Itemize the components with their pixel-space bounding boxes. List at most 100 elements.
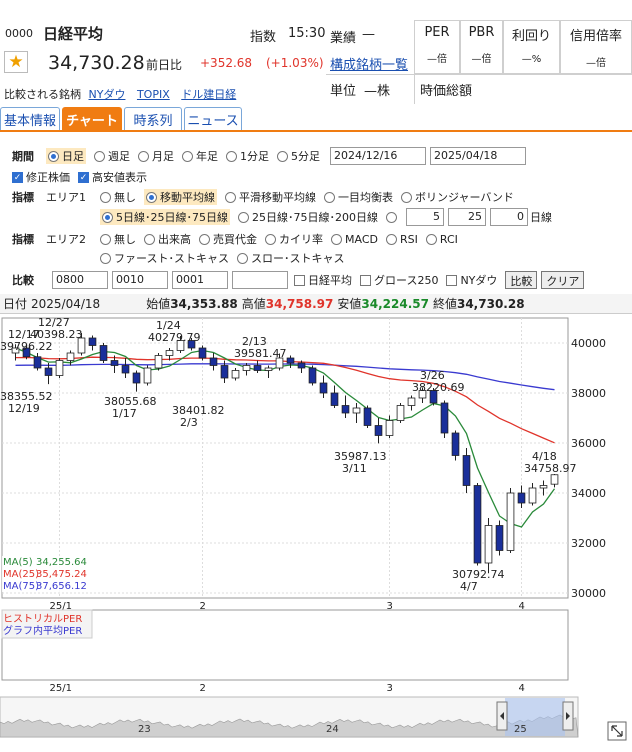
candle-body: [517, 492, 526, 504]
x-tick-label: 3: [387, 683, 393, 694]
area1-bollinger[interactable]: ボリンジャーバンド: [401, 189, 514, 205]
annotation-value: 40398.23: [30, 328, 83, 341]
ma-custom-2[interactable]: 25: [448, 208, 486, 226]
market-cap-label: 時価総額: [420, 84, 473, 99]
area2-slow-stochastic[interactable]: スロー･ストキャス: [236, 250, 344, 266]
high-low-checkbox[interactable]: ✓ 高安値表示: [78, 169, 147, 185]
tab-basic-info[interactable]: 基本情報: [0, 107, 60, 130]
candle-body: [231, 370, 240, 379]
compare-code-3[interactable]: 0001: [172, 271, 228, 289]
period-5min[interactable]: 5分足: [277, 148, 320, 164]
stock-code: 0000: [5, 27, 33, 40]
compare-nydow-checkbox[interactable]: NYダウ: [446, 272, 497, 288]
y-tick-label: 30000: [571, 587, 606, 600]
area1-none[interactable]: 無し: [100, 189, 136, 205]
radio-icon: [138, 150, 149, 162]
pbr-value: —倍: [471, 54, 492, 65]
area2-fast-stochastic[interactable]: ファースト･ストキャス: [100, 250, 229, 266]
candle-body: [528, 487, 537, 504]
compare-code-2[interactable]: 0010: [112, 271, 168, 289]
x-tick-label: 25/1: [50, 683, 72, 694]
options-row: ✓ 修正株価 ✓ 高安値表示: [0, 167, 632, 187]
area2-deviation[interactable]: カイリ率: [265, 231, 323, 247]
clear-button[interactable]: クリア: [541, 271, 585, 289]
period-monthly[interactable]: 月足: [138, 148, 174, 164]
period-row: 期間 日足 週足 月足 年足 1分足 5分足 2024/12/16 2025/0…: [0, 146, 632, 166]
candle-body: [319, 382, 328, 394]
radio-icon: [265, 233, 276, 245]
candle-body: [385, 420, 394, 436]
candle-body: [55, 360, 64, 376]
y-tick-label: 34000: [571, 487, 606, 500]
compare-code-1[interactable]: 0800: [52, 271, 108, 289]
tab-chart[interactable]: チャート: [62, 107, 122, 130]
link-topix[interactable]: TOPIX: [137, 88, 170, 101]
compare-code-4[interactable]: [232, 271, 288, 289]
compare-nikkei-checkbox[interactable]: 日経平均: [294, 272, 352, 288]
candle-body: [242, 365, 251, 371]
date-to-input[interactable]: 2025/04/18: [430, 147, 526, 165]
link-nydow[interactable]: NYダウ: [89, 88, 126, 101]
legend-name: MA(5): [3, 557, 33, 568]
link-dollar-nikkei[interactable]: ドル建日経: [181, 88, 236, 101]
period-weekly[interactable]: 週足: [94, 148, 130, 164]
radio-icon: [102, 211, 113, 223]
annotation-value: 40279.79: [148, 331, 201, 344]
compare-growth-checkbox[interactable]: グロース250: [360, 272, 438, 288]
area2-turnover[interactable]: 売買代金: [199, 231, 257, 247]
favorite-star-icon[interactable]: ★: [4, 51, 28, 73]
candle-body: [473, 485, 482, 564]
tab-time-series[interactable]: 時系列: [124, 107, 182, 130]
radio-icon: [401, 191, 412, 203]
option-label: 月足: [152, 150, 174, 163]
ma-custom-1[interactable]: 5: [406, 208, 444, 226]
area2-none[interactable]: 無し: [100, 231, 136, 247]
compare-button[interactable]: 比較: [505, 271, 538, 289]
option-label: 無し: [114, 233, 136, 246]
ma-row: 5日線･25日線･75日線 25日線･75日線･200日線 5 25 0 日線: [0, 207, 632, 227]
price-change-pct: (+1.03%): [266, 56, 324, 70]
range-navigator[interactable]: 23 24 25: [0, 696, 627, 741]
radio-icon: [236, 252, 248, 264]
check-icon: ✓: [12, 171, 23, 183]
area1-ichimoku[interactable]: 一目均衡表: [324, 189, 393, 205]
candle-body: [396, 405, 405, 421]
y-tick-label: 32000: [571, 537, 606, 550]
period-yearly[interactable]: 年足: [182, 148, 218, 164]
radio-icon: [182, 150, 193, 162]
indicator-label: 指標: [12, 191, 34, 204]
open-value: 34,353.88: [170, 296, 238, 311]
area1-moving-average[interactable]: 移動平均線: [144, 189, 217, 205]
ma-5-25-75[interactable]: 5日線･25日線･75日線: [100, 209, 230, 225]
area2-row: 指標 エリア2 無し 出来高 売買代金 カイリ率 MACD RSI RCI: [0, 229, 632, 249]
legend-value: 35,475.24: [36, 569, 87, 580]
area2-macd[interactable]: MACD: [331, 233, 378, 246]
area2-volume[interactable]: 出来高: [144, 231, 191, 247]
radio-icon: [277, 150, 288, 162]
period-1min[interactable]: 1分足: [226, 148, 269, 164]
candle-body: [99, 345, 108, 361]
y-tick-label: 40000: [571, 337, 606, 350]
period-daily[interactable]: 日足: [46, 148, 86, 164]
check-icon: [446, 274, 458, 286]
subchart-legend-item: ヒストリカルPER: [3, 613, 82, 625]
tab-news[interactable]: ニュース: [184, 107, 242, 130]
option-label: 5分足: [291, 150, 320, 163]
info-date: 2025/04/18: [31, 296, 101, 311]
price-chart[interactable]: 12/1739796.2212/2740398.2312/1938355.521…: [0, 314, 632, 752]
per-cell: PER —倍: [414, 20, 460, 74]
period-label: 期間: [12, 150, 34, 163]
constituents-link[interactable]: 構成銘柄一覧: [330, 54, 408, 73]
area2-rsi[interactable]: RSI: [385, 233, 418, 246]
ma-custom-radio[interactable]: [386, 211, 397, 223]
pbr-cell: PBR —倍: [460, 20, 503, 74]
adjusted-price-checkbox[interactable]: ✓ 修正株価: [12, 169, 70, 185]
area2-label: エリア2: [46, 233, 86, 246]
area1-smoothed-ma[interactable]: 平滑移動平均線: [225, 189, 316, 205]
ma-custom-3[interactable]: 0: [490, 208, 528, 226]
option-label: 出来高: [158, 233, 191, 246]
quote-header: 0000 日経平均 指数 15:30 ★ 34,730.28 前日比 +352.…: [0, 0, 632, 104]
area2-rci[interactable]: RCI: [425, 233, 458, 246]
ma-25-75-200[interactable]: 25日線･75日線･200日線: [238, 209, 378, 225]
date-from-input[interactable]: 2024/12/16: [330, 147, 426, 165]
